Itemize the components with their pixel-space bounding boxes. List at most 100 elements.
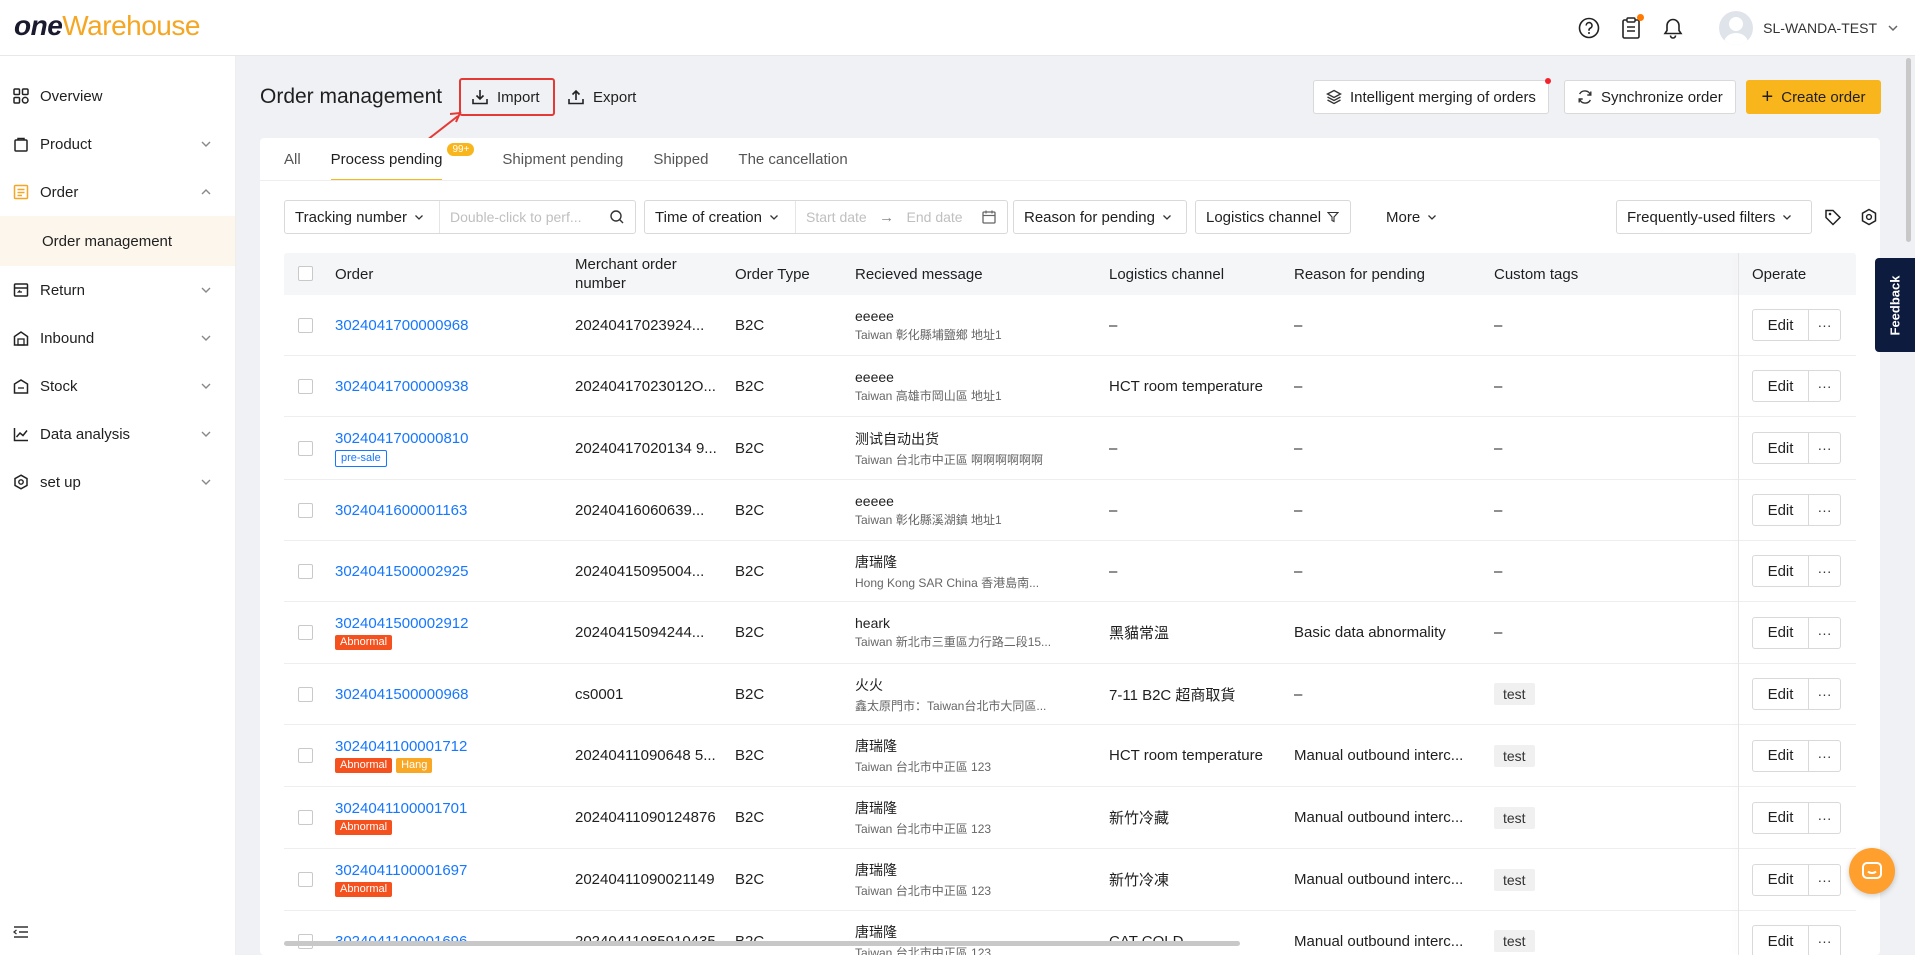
tracking-select[interactable]: Tracking number <box>285 201 439 233</box>
row-checkbox[interactable] <box>298 748 313 763</box>
edit-button[interactable]: Edit <box>1752 494 1809 526</box>
order-number-link[interactable]: 3024041500000968 <box>335 686 468 703</box>
table-row[interactable]: 3024041500000968 cs0001 B2C 火火 鑫太原門市：Taiwan台… <box>284 664 1856 725</box>
edit-button[interactable]: Edit <box>1752 616 1809 649</box>
date-range-picker[interactable]: Start date → End date <box>795 201 1007 233</box>
table-row[interactable]: 3024041700000810 pre-sale 20240417020134 9… <box>284 417 1856 480</box>
order-number-link[interactable]: 3024041100001701 <box>335 800 467 817</box>
tab-process-pending[interactable]: Process pending 99+ <box>330 143 475 181</box>
table-row[interactable]: 3024041500002925 20240415095004... B2C 唐瑞隆 H… <box>284 541 1856 602</box>
table-row[interactable]: 3024041700000938 20240417023012O... B2C eee… <box>284 356 1856 417</box>
sidebar-item-order[interactable]: Order <box>0 168 235 216</box>
avatar[interactable] <box>1719 11 1754 45</box>
chevron-down-icon[interactable] <box>1885 20 1901 36</box>
tab-shipped[interactable]: Shipped <box>653 151 708 180</box>
more-actions-button[interactable]: ··· <box>1809 432 1841 464</box>
row-checkbox[interactable] <box>298 563 313 579</box>
row-checkbox[interactable] <box>298 686 313 702</box>
table-row[interactable]: 3024041700000968 20240417023924... B2C eeee… <box>284 295 1856 356</box>
table-row[interactable]: 3024041100001712 Abnormal Hang 202404110906… <box>284 725 1856 787</box>
collapse-menu-icon[interactable] <box>12 923 30 941</box>
order-number-link[interactable]: 3024041100001712 <box>335 738 467 755</box>
row-checkbox[interactable] <box>298 378 313 394</box>
vertical-scrollbar[interactable] <box>1906 58 1911 242</box>
order-number-link[interactable]: 3024041500002912 <box>335 615 468 632</box>
column-order: Order <box>335 265 374 283</box>
help-icon[interactable] <box>1577 16 1601 40</box>
order-number-link[interactable]: 3024041700000810 <box>335 430 468 447</box>
edit-button[interactable]: Edit <box>1752 432 1809 464</box>
edit-button[interactable]: Edit <box>1752 555 1809 587</box>
select-all-checkbox[interactable] <box>298 266 313 281</box>
sidebar-subitem-order-management[interactable]: Order management <box>0 216 235 266</box>
column-custom-tags: Custom tags <box>1494 265 1579 283</box>
table-row[interactable]: 3024041500002912 Abnormal 20240415094244..… <box>284 602 1856 664</box>
create-order-button[interactable]: + Create order <box>1746 80 1881 114</box>
edit-button[interactable]: Edit <box>1752 925 1809 955</box>
more-actions-button[interactable]: ··· <box>1809 555 1841 587</box>
more-actions-button[interactable]: ··· <box>1809 925 1841 955</box>
more-actions-button[interactable]: ··· <box>1809 801 1841 834</box>
synchronize-order-button[interactable]: Synchronize order <box>1564 80 1736 114</box>
row-checkbox[interactable] <box>298 810 313 825</box>
order-number-link[interactable]: 3024041100001697 <box>335 862 467 879</box>
tag-icon[interactable] <box>1824 208 1842 226</box>
sidebar-item-overview[interactable]: Overview <box>0 72 235 120</box>
horizontal-scrollbar[interactable] <box>284 941 1240 946</box>
intelligent-merge-button[interactable]: Intelligent merging of orders <box>1313 78 1551 114</box>
edit-button[interactable]: Edit <box>1752 739 1809 772</box>
more-actions-button[interactable]: ··· <box>1809 678 1841 710</box>
more-actions-button[interactable]: ··· <box>1809 370 1841 402</box>
export-button[interactable]: Export <box>567 80 636 114</box>
reason-filter[interactable]: Reason for pending <box>1013 200 1187 234</box>
edit-button[interactable]: Edit <box>1752 678 1809 710</box>
feedback-button[interactable]: Feedback <box>1875 258 1915 352</box>
sidebar-item-return[interactable]: Return <box>0 266 235 314</box>
row-checkbox[interactable] <box>298 872 313 887</box>
start-date-input[interactable]: Start date <box>806 209 867 225</box>
order-number-link[interactable]: 3024041700000938 <box>335 378 468 395</box>
edit-button[interactable]: Edit <box>1752 801 1809 834</box>
more-actions-button[interactable]: ··· <box>1809 739 1841 772</box>
clipboard-icon[interactable] <box>1619 14 1645 40</box>
table-row[interactable]: 3024041600001163 20240416060639... B2C eeee… <box>284 480 1856 541</box>
more-actions-button[interactable]: ··· <box>1809 863 1841 896</box>
search-icon[interactable] <box>609 209 625 225</box>
sidebar-item-stock[interactable]: Stock <box>0 362 235 410</box>
row-checkbox[interactable] <box>298 317 313 333</box>
edit-button[interactable]: Edit <box>1752 309 1809 341</box>
table-row[interactable]: 3024041100001701 Abnormal 2024041109012487… <box>284 787 1856 849</box>
edit-button[interactable]: Edit <box>1752 370 1809 402</box>
row-checkbox[interactable] <box>298 440 313 456</box>
sidebar-item-data-analysis[interactable]: Data analysis <box>0 410 235 458</box>
merchant-order-cell: 20240417023012O... <box>575 377 716 395</box>
table-row[interactable]: 3024041100001696 20240411085910435 B2C 唐瑞隆T… <box>284 911 1856 955</box>
row-checkbox[interactable] <box>298 502 313 518</box>
more-actions-button[interactable]: ··· <box>1809 616 1841 649</box>
sidebar-item-set-up[interactable]: set up <box>0 458 235 506</box>
username[interactable]: SL-WANDA-TEST <box>1763 20 1877 36</box>
tab-all[interactable]: All <box>284 151 301 180</box>
order-number-link[interactable]: 3024041600001163 <box>335 502 467 519</box>
chat-support-button[interactable] <box>1849 848 1895 894</box>
logistics-filter[interactable]: Logistics channel <box>1195 200 1351 234</box>
sidebar-item-product[interactable]: Product <box>0 120 235 168</box>
order-number-link[interactable]: 3024041700000968 <box>335 317 468 334</box>
settings-icon[interactable] <box>1860 208 1878 226</box>
more-actions-button[interactable]: ··· <box>1809 309 1841 341</box>
time-select[interactable]: Time of creation <box>645 201 795 233</box>
tracking-input[interactable]: Double-click to perf... <box>439 201 635 233</box>
order-number-link[interactable]: 3024041500002925 <box>335 563 468 580</box>
app-logo[interactable]: oneWarehouse <box>14 10 200 42</box>
bell-icon[interactable] <box>1661 16 1685 40</box>
more-filters-button[interactable]: More <box>1386 200 1438 234</box>
tab-shipment-pending[interactable]: Shipment pending <box>502 151 623 180</box>
frequent-filters-select[interactable]: Frequently-used filters <box>1616 200 1812 234</box>
table-row[interactable]: 3024041100001697 Abnormal 2024041109002114… <box>284 849 1856 911</box>
row-checkbox[interactable] <box>298 625 313 640</box>
tab-cancellation[interactable]: The cancellation <box>738 151 847 180</box>
sidebar-item-inbound[interactable]: Inbound <box>0 314 235 362</box>
more-actions-button[interactable]: ··· <box>1809 494 1841 526</box>
end-date-input[interactable]: End date <box>907 209 963 225</box>
edit-button[interactable]: Edit <box>1752 863 1809 896</box>
